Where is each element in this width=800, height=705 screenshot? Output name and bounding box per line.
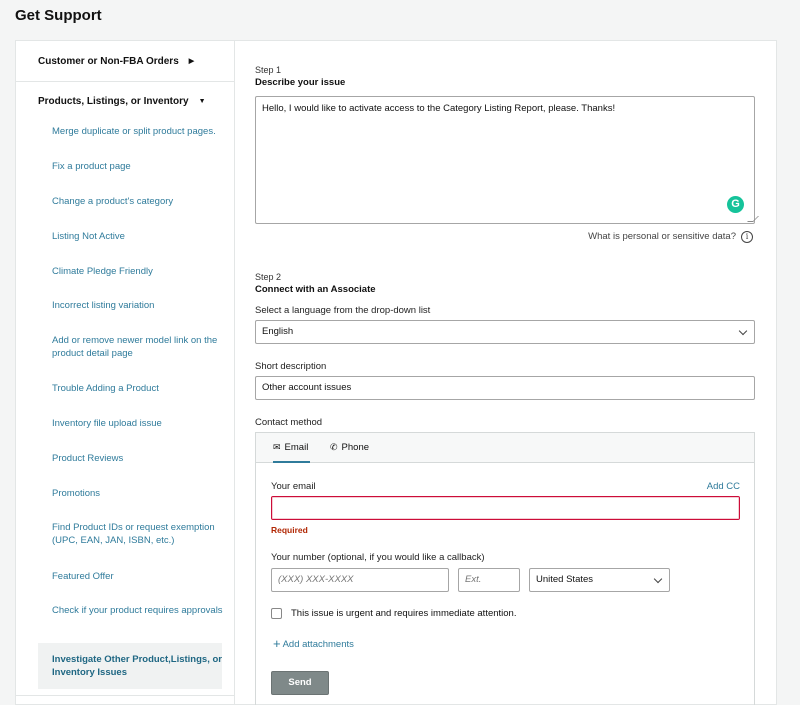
sidebar-section-products-listings[interactable]: Products, Listings, or Inventory ▼ — [16, 96, 234, 107]
sidebar-item-featured-offer[interactable]: Featured Offer — [52, 570, 230, 583]
chevron-down-icon — [738, 326, 748, 336]
language-value: English — [262, 326, 294, 337]
sidebar-section-label: Customer or Non-FBA Orders — [38, 56, 179, 67]
sensitive-data-link[interactable]: What is personal or sensitive data? — [588, 231, 736, 242]
add-cc-link[interactable]: Add CC — [707, 481, 740, 492]
tab-phone-label: Phone — [341, 442, 370, 453]
sidebar-divider — [16, 695, 234, 696]
caret-down-icon: ▼ — [198, 98, 206, 105]
grammarly-icon[interactable]: G — [727, 196, 744, 213]
phone-extension-input[interactable]: Ext. — [458, 568, 520, 592]
language-select[interactable]: English — [255, 320, 755, 344]
caret-right-icon: ▶ — [188, 58, 195, 65]
sidebar-section-customer-orders[interactable]: Customer or Non-FBA Orders ▶ — [16, 56, 234, 67]
tab-phone[interactable]: ✆ Phone — [330, 433, 369, 463]
sidebar-item-promotions[interactable]: Promotions — [52, 487, 230, 500]
country-select[interactable]: United States — [529, 568, 670, 592]
support-form: Step 1 Describe your issue Hello, I woul… — [234, 40, 777, 705]
tab-email-label: Email — [284, 442, 309, 453]
add-attachments-link[interactable]: + Add attachments — [273, 636, 354, 651]
language-label: Select a language from the drop-down lis… — [255, 305, 431, 316]
phone-number-placeholder: (XXX) XXX-XXXX — [278, 574, 354, 585]
email-input[interactable] — [271, 496, 740, 520]
phone-extension-placeholder: Ext. — [465, 574, 482, 585]
sidebar-divider — [16, 81, 234, 82]
phone-icon: ✆ — [330, 442, 338, 452]
sidebar: Customer or Non-FBA Orders ▶ Products, Li… — [15, 40, 234, 705]
short-description-input[interactable]: Other account issues — [255, 376, 755, 400]
tab-email[interactable]: ✉ Email — [273, 433, 310, 463]
contact-method-label: Contact method — [255, 417, 323, 428]
phone-number-label: Your number (optional, if you would like… — [271, 552, 485, 563]
sidebar-item-climate-pledge[interactable]: Climate Pledge Friendly — [52, 265, 230, 278]
sidebar-section-label: Products, Listings, or Inventory — [38, 96, 189, 107]
page-title: Get Support — [15, 7, 102, 24]
sidebar-item-fix-product-page[interactable]: Fix a product page — [52, 160, 230, 173]
send-button[interactable]: Send — [271, 671, 329, 695]
step2-title: Connect with an Associate — [255, 284, 376, 295]
phone-number-input[interactable]: (XXX) XXX-XXXX — [271, 568, 449, 592]
sidebar-item-model-link[interactable]: Add or remove newer model link on the pr… — [52, 334, 230, 360]
contact-method-panel: ✉ Email ✆ Phone Your email Add CC Required… — [255, 432, 755, 705]
sidebar-item-product-reviews[interactable]: Product Reviews — [52, 452, 230, 465]
sidebar-item-investigate-other[interactable]: Investigate Other Product,Listings, or I… — [52, 653, 230, 679]
email-label: Your email — [271, 481, 316, 492]
step2-label: Step 2 — [255, 272, 282, 282]
email-required-error: Required — [271, 525, 308, 535]
step1-label: Step 1 — [255, 65, 282, 75]
sidebar-item-product-ids[interactable]: Find Product IDs or request exemption (U… — [52, 521, 230, 547]
info-icon[interactable]: i — [741, 231, 753, 243]
envelope-icon: ✉ — [273, 442, 281, 452]
sidebar-item-trouble-adding[interactable]: Trouble Adding a Product — [52, 382, 230, 395]
contact-tabs: ✉ Email ✆ Phone — [256, 433, 754, 463]
country-value: United States — [536, 574, 594, 585]
short-description-value: Other account issues — [262, 382, 352, 393]
sidebar-item-listing-not-active[interactable]: Listing Not Active — [52, 230, 230, 243]
sidebar-item-approvals[interactable]: Check if your product requires approvals — [52, 604, 230, 617]
plus-icon: + — [273, 636, 281, 651]
resize-handle-icon[interactable] — [747, 216, 759, 222]
add-attachments-label: Add attachments — [282, 639, 354, 650]
short-description-label: Short description — [255, 361, 327, 372]
step1-title: Describe your issue — [255, 77, 346, 88]
urgent-label: This issue is urgent and requires immedi… — [291, 608, 517, 619]
sidebar-item-merge-pages[interactable]: Merge duplicate or split product pages. — [52, 125, 230, 138]
sidebar-item-incorrect-variation[interactable]: Incorrect listing variation — [52, 299, 230, 312]
sidebar-item-inventory-upload[interactable]: Inventory file upload issue — [52, 417, 230, 430]
chevron-down-icon — [653, 574, 663, 584]
issue-description-textarea[interactable]: Hello, I would like to activate access t… — [255, 96, 759, 224]
sidebar-item-change-category[interactable]: Change a product's category — [52, 195, 230, 208]
issue-description-text: Hello, I would like to activate access t… — [262, 103, 616, 114]
urgent-checkbox[interactable] — [271, 608, 282, 619]
